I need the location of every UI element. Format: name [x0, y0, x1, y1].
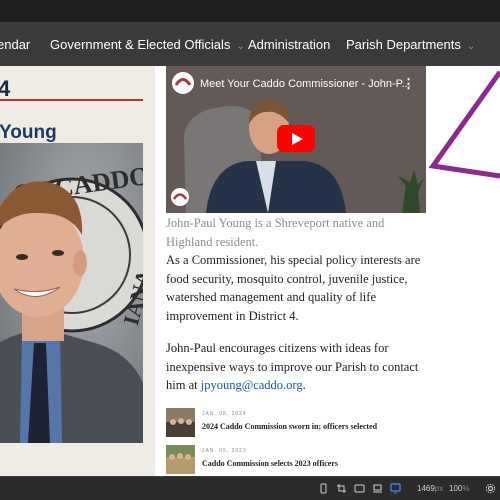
browser-top-strip: [0, 0, 500, 22]
news-item[interactable]: JAN. 08, 2024 2024 Caddo Commission swor…: [166, 408, 426, 438]
nav-item-label: Parish Departments: [346, 37, 461, 52]
commissioner-sidebar: 4 Young OF CADDO IANA: [0, 66, 155, 476]
nav-item-label: Administration: [248, 37, 331, 52]
commissioner-name: Young: [0, 122, 57, 143]
news-title-link[interactable]: Caddo Commission selects 2023 officers: [202, 459, 338, 468]
watermark-logo-icon: [171, 188, 189, 206]
email-link[interactable]: jpyoung@caddo.org: [201, 378, 303, 392]
news-title-link[interactable]: 2024 Caddo Commission sworn in; officers…: [202, 422, 377, 431]
contact-suffix: .: [302, 378, 306, 393]
viewport-width-unit: px: [434, 484, 444, 493]
tablet-icon[interactable]: [354, 483, 365, 494]
news-date: JAN. 05, 2023: [202, 448, 247, 454]
decorative-graphic: [427, 66, 500, 476]
nav-item-government[interactable]: Government & Elected Officials ⌄: [50, 37, 245, 52]
zoom-unit: %: [462, 484, 470, 493]
more-options-icon[interactable]: ⋮: [402, 76, 415, 92]
page-content: 4 Young OF CADDO IANA Meet Your Caddo Co…: [0, 66, 500, 476]
video-player[interactable]: Meet Your Caddo Commissioner - John-P...…: [166, 66, 426, 213]
laptop-icon[interactable]: [372, 483, 383, 494]
gear-icon[interactable]: [485, 483, 496, 494]
news-thumbnail: [166, 445, 195, 474]
devtools-bar: 1469px 100%: [0, 476, 500, 500]
portrait-image: OF CADDO IANA: [0, 143, 143, 443]
channel-logo-icon: [172, 72, 194, 94]
nav-item-label: endar: [0, 37, 31, 52]
news-item[interactable]: JAN. 05, 2023 Caddo Commission selects 2…: [166, 445, 426, 475]
nav-item-label: Government & Elected Officials: [50, 37, 231, 52]
heading-divider: [0, 99, 143, 101]
news-thumbnail: [166, 408, 195, 437]
bio-paragraph: As a Commissioner, his special policy in…: [166, 253, 421, 323]
crop-icon[interactable]: [336, 483, 347, 494]
chevron-down-icon: ⌄: [466, 41, 476, 52]
nav-item-parish-departments[interactable]: Parish Departments ⌄: [346, 37, 475, 52]
nav-item-administration[interactable]: Administration: [248, 37, 330, 52]
zoom-value: 100: [449, 484, 463, 493]
site-navigation: endar Government & Elected Officials ⌄ Ad…: [0, 22, 500, 66]
viewport-width[interactable]: 1469px: [417, 484, 443, 493]
commissioner-portrait: OF CADDO IANA: [0, 143, 143, 443]
desktop-icon[interactable]: [390, 483, 401, 494]
nav-item-calendar[interactable]: endar: [0, 37, 30, 52]
play-button[interactable]: [277, 125, 315, 152]
news-date: JAN. 08, 2024: [202, 411, 247, 417]
video-caption: John-Paul Young is a Shreveport native a…: [166, 216, 385, 249]
mobile-device-icon[interactable]: [318, 483, 329, 494]
zoom-level[interactable]: 100%: [449, 484, 469, 493]
viewport-width-value: 1469: [417, 484, 435, 493]
video-title[interactable]: Meet Your Caddo Commissioner - John-P...: [200, 78, 411, 90]
contact-paragraph: John-Paul encourages citizens with ideas…: [166, 339, 431, 395]
chevron-down-icon: ⌄: [236, 41, 245, 52]
